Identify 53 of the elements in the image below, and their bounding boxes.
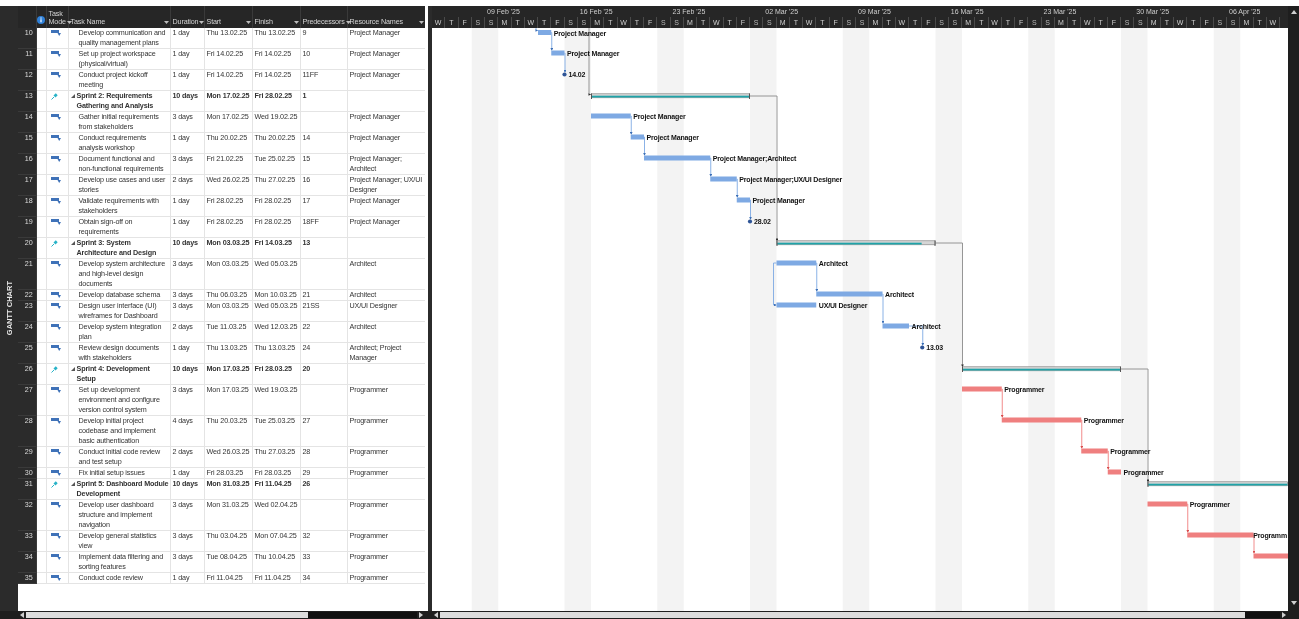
dropdown-icon[interactable] <box>418 21 424 24</box>
auto-schedule-icon <box>50 261 61 267</box>
scrollbar[interactable] <box>432 611 1288 619</box>
dropdown-icon[interactable] <box>345 21 351 24</box>
scrollbar[interactable] <box>1288 6 1299 611</box>
dropdown-icon[interactable] <box>293 21 299 24</box>
auto-schedule-icon <box>50 198 61 204</box>
arrow-up-icon[interactable] <box>1290 10 1297 14</box>
auto-schedule-icon <box>50 156 61 162</box>
arrow-left-icon[interactable] <box>20 612 24 618</box>
link-arrow <box>535 28 539 32</box>
pin-icon <box>50 240 58 247</box>
auto-schedule-icon <box>50 575 61 581</box>
auto-schedule-icon <box>50 72 61 78</box>
auto-schedule-icon <box>50 324 61 330</box>
scroll-thumb[interactable] <box>440 612 1245 618</box>
auto-schedule-icon <box>50 387 61 393</box>
info-icon <box>37 16 45 24</box>
collapse-icon[interactable] <box>70 240 75 245</box>
scrollbar[interactable] <box>18 611 425 619</box>
arrow-down-icon[interactable] <box>1290 601 1297 605</box>
arrow-right-icon[interactable] <box>1282 612 1286 618</box>
auto-schedule-icon <box>50 51 61 57</box>
auto-schedule-icon <box>50 418 61 424</box>
auto-schedule-icon <box>50 30 61 36</box>
scroll-thumb[interactable] <box>26 612 308 618</box>
arrow-right-icon[interactable] <box>419 612 423 618</box>
dropdown-icon[interactable] <box>66 21 72 24</box>
auto-schedule-icon <box>50 135 61 141</box>
pin-icon <box>50 366 58 373</box>
collapse-icon[interactable] <box>70 93 75 98</box>
collapse-icon[interactable] <box>70 481 75 486</box>
auto-schedule-icon <box>50 177 61 183</box>
auto-schedule-icon <box>50 449 61 455</box>
auto-schedule-icon <box>50 554 61 560</box>
auto-schedule-icon <box>50 345 61 351</box>
dropdown-icon[interactable] <box>199 21 205 24</box>
pin-icon <box>50 93 58 100</box>
milestone-marker <box>562 72 567 77</box>
auto-schedule-icon <box>50 219 61 225</box>
milestone-marker <box>920 345 925 350</box>
pin-icon <box>50 481 58 488</box>
auto-schedule-icon <box>50 303 61 309</box>
auto-schedule-icon <box>50 502 61 508</box>
auto-schedule-icon <box>50 470 61 476</box>
milestone-marker <box>747 219 753 224</box>
auto-schedule-icon <box>50 292 61 298</box>
auto-schedule-icon <box>50 114 61 120</box>
collapse-icon[interactable] <box>70 366 75 371</box>
auto-schedule-icon <box>50 533 61 539</box>
arrow-left-icon[interactable] <box>434 612 438 618</box>
dropdown-icon[interactable] <box>163 21 169 24</box>
dropdown-icon[interactable] <box>245 21 251 24</box>
